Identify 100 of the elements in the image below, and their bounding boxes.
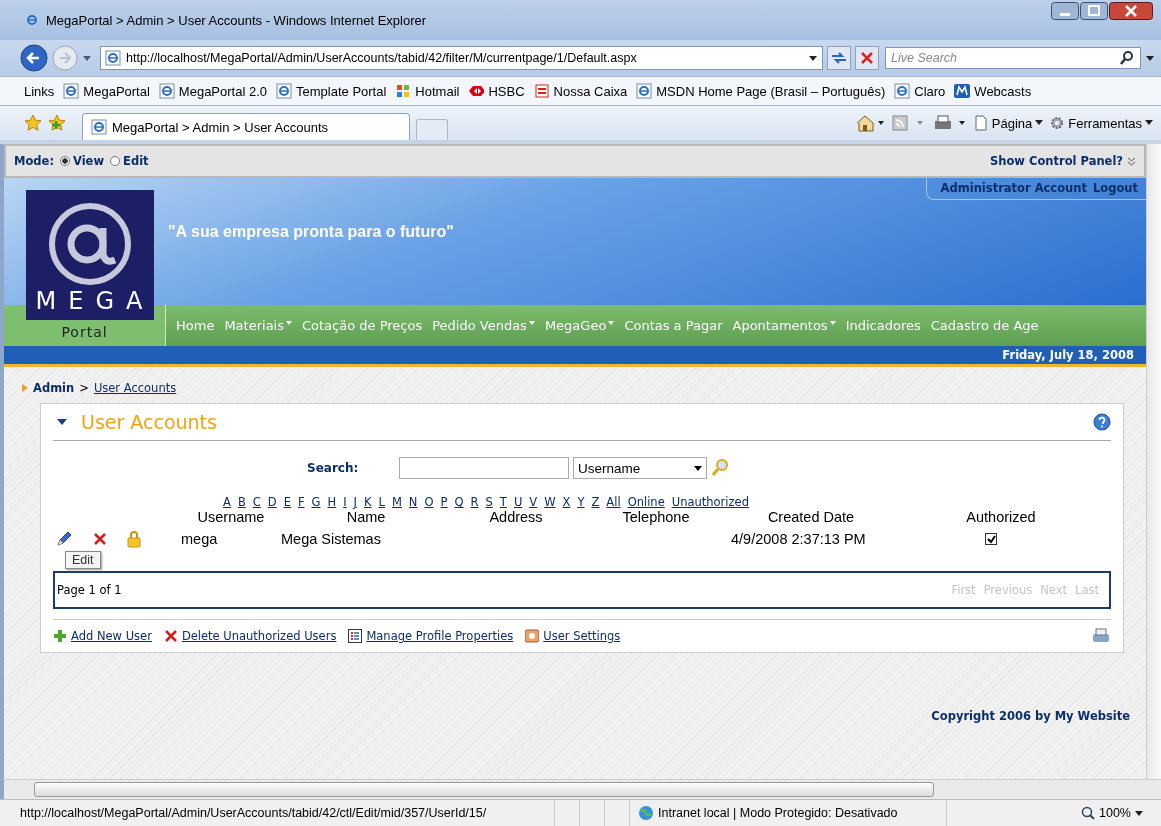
- scrollbar-thumb[interactable]: [34, 782, 934, 797]
- filter-letter-link[interactable]: P: [440, 495, 448, 509]
- page-icon: [972, 115, 989, 131]
- action-link[interactable]: Manage Profile Properties: [348, 629, 514, 643]
- copyright-text: Copyright 2006 by My Website: [931, 709, 1130, 723]
- pencil-icon[interactable]: [55, 530, 73, 548]
- refresh-icon[interactable]: [827, 46, 851, 70]
- filter-letter-link[interactable]: O: [424, 495, 434, 509]
- maximize-button[interactable]: [1080, 2, 1108, 20]
- favorite-link[interactable]: HSBC: [468, 83, 525, 99]
- menu-button[interactable]: Página: [972, 115, 1044, 131]
- filter-letter-link[interactable]: G: [311, 495, 321, 509]
- favorite-link[interactable]: MegaPortal 2.0: [158, 83, 267, 99]
- filter-letter-link[interactable]: Unauthorized: [671, 495, 749, 509]
- action-link[interactable]: Add New User: [53, 629, 152, 643]
- filter-letter-link[interactable]: R: [470, 495, 479, 509]
- filter-letter-link[interactable]: Q: [454, 495, 464, 509]
- chevron-down-icon: [1127, 156, 1136, 166]
- delete-icon[interactable]: [93, 532, 107, 546]
- back-button[interactable]: [20, 44, 48, 72]
- zoom-icon: [1081, 806, 1095, 820]
- filter-letter-link[interactable]: Y: [577, 495, 585, 509]
- favorite-link[interactable]: Claro: [894, 83, 946, 99]
- star-icon[interactable]: [24, 114, 42, 132]
- plus-icon: [53, 629, 67, 643]
- filter-letter-link[interactable]: M: [391, 495, 402, 509]
- filter-letter-link[interactable]: C: [252, 495, 261, 509]
- filter-letter-link[interactable]: N: [408, 495, 418, 509]
- printer-icon[interactable]: [932, 114, 967, 132]
- menu-button[interactable]: Ferramentas: [1049, 115, 1153, 131]
- filter-letter-link[interactable]: B: [237, 495, 246, 509]
- breadcrumb-link[interactable]: Admin: [33, 381, 75, 395]
- settings-icon: [525, 629, 540, 643]
- links-label: Links: [24, 83, 55, 99]
- collapse-icon[interactable]: [57, 418, 67, 426]
- filter-letter-link[interactable]: F: [297, 495, 305, 509]
- triangle-icon: [22, 384, 28, 392]
- breadcrumb-link[interactable]: User Accounts: [93, 381, 177, 395]
- browser-tab[interactable]: MegaPortal > Admin > User Accounts: [82, 113, 410, 140]
- filter-letter-link[interactable]: A: [223, 495, 231, 509]
- favorite-link[interactable]: Nossa Caixa: [533, 83, 628, 99]
- dropdown-arrow-icon[interactable]: [808, 54, 818, 62]
- table-cell-text: 4/9/2008 2:37:13 PM: [731, 530, 867, 549]
- filter-letter-link[interactable]: X: [562, 495, 571, 509]
- address-field[interactable]: http://localhost/MegaPortal/Admin/UserAccounts/tabid/42/filter/M/currentpage/1/Default.aspx: [100, 46, 823, 70]
- page-icon: [636, 83, 653, 99]
- dropdown-arrow-icon: [694, 465, 702, 471]
- dropdown-arrow-icon[interactable]: [1145, 54, 1155, 62]
- filter-letter-link[interactable]: All: [606, 495, 621, 509]
- list-icon: [348, 629, 363, 643]
- filter-letter-link[interactable]: H: [327, 495, 337, 509]
- stop-icon[interactable]: [855, 46, 879, 70]
- favorite-link[interactable]: Hotmail: [395, 83, 460, 99]
- mode-radio[interactable]: View: [60, 154, 105, 168]
- search-icon[interactable]: [1119, 50, 1135, 66]
- filter-letter-link[interactable]: Online: [627, 495, 665, 509]
- filter-letter-link[interactable]: D: [267, 495, 277, 509]
- date-text: Friday, July 18, 2008: [1002, 348, 1134, 362]
- account-link[interactable]: Administrator Account: [940, 181, 1087, 195]
- dropdown-arrow-icon: [829, 321, 836, 325]
- vertical-scrollbar[interactable]: [1146, 144, 1161, 779]
- action-link[interactable]: Delete Unauthorized Users: [163, 629, 337, 643]
- help-icon[interactable]: [1093, 413, 1111, 431]
- favorite-link[interactable]: Webcasts: [954, 83, 1032, 99]
- horizontal-scrollbar[interactable]: [0, 779, 1161, 799]
- favorite-link[interactable]: MSDN Home Page (Brasil – Português): [636, 83, 886, 99]
- status-text: http://localhost/MegaPortal/Admin/UserAccounts/tabid/42/ctl/Edit/mid/357/UserId/15/: [19, 806, 488, 820]
- action-link[interactable]: User Settings: [525, 629, 621, 643]
- dropdown-arrow-icon: [1035, 120, 1044, 126]
- filter-dropdown[interactable]: Username: [573, 457, 707, 479]
- padlock-icon[interactable]: [127, 530, 141, 548]
- filter-letter-link[interactable]: I: [343, 495, 347, 509]
- show-control-panel-link[interactable]: Show Control Panel?: [989, 154, 1136, 168]
- mode-radio[interactable]: Edit: [110, 154, 149, 168]
- favorite-link[interactable]: Template Portal: [276, 83, 387, 99]
- home-icon[interactable]: [854, 114, 885, 132]
- minimize-button[interactable]: [1051, 2, 1079, 20]
- print-icon[interactable]: [1091, 628, 1111, 644]
- filter-letter-link[interactable]: W: [544, 495, 556, 509]
- mode-label: Mode:: [14, 154, 54, 168]
- add-favorite-icon[interactable]: [48, 114, 66, 132]
- filter-letter-link[interactable]: K: [363, 495, 372, 509]
- filter-letter-link[interactable]: S: [485, 495, 493, 509]
- close-button[interactable]: [1109, 2, 1153, 20]
- filter-letter-link[interactable]: E: [283, 495, 291, 509]
- delete-icon: [163, 629, 178, 643]
- search-input[interactable]: [399, 457, 569, 479]
- authorized-checkbox[interactable]: [985, 533, 997, 545]
- page-icon: [105, 50, 121, 66]
- favorite-link[interactable]: MegaPortal: [63, 83, 150, 99]
- tooltip: Edit: [65, 551, 101, 569]
- filter-letter-link[interactable]: L: [378, 495, 385, 509]
- zoom-button[interactable]: 100%: [1081, 806, 1161, 820]
- filter-letter-link[interactable]: U: [513, 495, 523, 509]
- breadcrumb-separator: >: [79, 381, 89, 395]
- filter-letter-link[interactable]: Z: [591, 495, 600, 509]
- filter-letter-link[interactable]: J: [353, 495, 357, 509]
- search-field[interactable]: Live Search: [885, 47, 1141, 69]
- filter-letter-link[interactable]: T: [499, 495, 507, 509]
- filter-letter-link[interactable]: V: [529, 495, 538, 509]
